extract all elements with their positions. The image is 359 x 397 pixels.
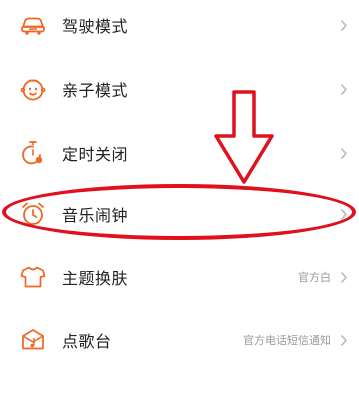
menu-item-label: 亲子模式: [62, 81, 129, 100]
timer-icon: [18, 138, 48, 168]
menu-item-value: 官方电话短信通知: [243, 334, 331, 347]
car-icon: [18, 10, 48, 40]
song-request-icon: [18, 325, 48, 355]
chevron-right-icon: [339, 18, 349, 32]
menu-item-value: 官方白: [298, 271, 331, 284]
menu-item-music-alarm[interactable]: 音乐闹钟: [0, 194, 359, 234]
menu-item-theme-skin[interactable]: 主题换肤 官方白: [0, 257, 359, 297]
menu-item-song-request[interactable]: 点歌台 官方电话短信通知: [0, 320, 359, 360]
chevron-right-icon: [339, 82, 349, 96]
chevron-right-icon: [339, 333, 349, 347]
tshirt-icon: [18, 262, 48, 292]
menu-item-label: 音乐闹钟: [62, 206, 129, 225]
child-face-icon: [18, 74, 48, 104]
settings-menu-page: 驾驶模式 亲子模式 定时关闭 音乐闹钟 主题换肤 官方白 点歌台 官方电话短信通…: [0, 0, 359, 397]
menu-item-label: 主题换肤: [62, 269, 129, 288]
menu-item-label: 驾驶模式: [62, 17, 129, 36]
chevron-right-icon: [339, 270, 349, 284]
menu-item-driving-mode[interactable]: 驾驶模式: [0, 5, 359, 45]
chevron-right-icon: [339, 207, 349, 221]
menu-item-label: 定时关闭: [62, 145, 129, 164]
alarm-clock-icon: [18, 199, 48, 229]
menu-item-parent-child-mode[interactable]: 亲子模式: [0, 69, 359, 109]
menu-item-timer-off[interactable]: 定时关闭: [0, 133, 359, 173]
chevron-right-icon: [339, 146, 349, 160]
menu-item-label: 点歌台: [62, 332, 112, 351]
